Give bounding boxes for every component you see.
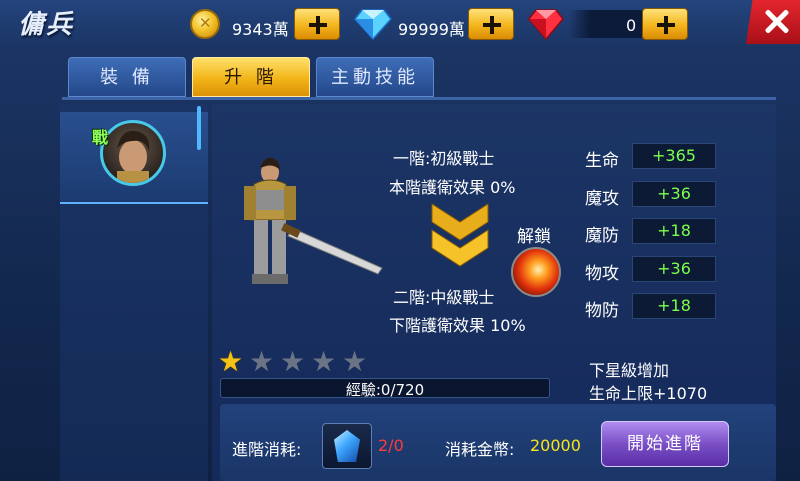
- unlock-label: 解鎖: [517, 227, 551, 247]
- gold-cost-label: 消耗金幣:: [445, 440, 515, 459]
- warrior-figure-icon: [244, 157, 383, 284]
- tab-divider: [62, 97, 776, 100]
- close-button[interactable]: [746, 0, 800, 44]
- class-badge: 戰: [92, 128, 109, 147]
- warrior-face-icon: [117, 130, 150, 183]
- experience-text: 經驗:0/720: [345, 381, 425, 399]
- diamond-amount: 99999萬: [398, 20, 465, 39]
- add-gold-button[interactable]: [294, 8, 340, 40]
- gold-coin-icon: [190, 9, 220, 39]
- stat-label-magic-attack: 魔攻: [585, 189, 619, 209]
- current-tier-effect: 本階護衛效果 0%: [389, 178, 516, 197]
- upgrade-arrow-icon: [431, 203, 489, 267]
- diamond-icon: [354, 9, 392, 40]
- start-upgrade-button[interactable]: 開始進階: [601, 421, 729, 467]
- next-star-bonus: 生命上限+1070: [589, 384, 708, 403]
- tab-equipment[interactable]: 裝 備: [68, 57, 186, 97]
- stat-label-physical-attack: 物攻: [585, 264, 619, 284]
- next-tier-effect: 下階護衛效果 10%: [389, 316, 526, 335]
- stat-value-magic-defense: +18: [632, 218, 716, 244]
- unit-portrait-avatar[interactable]: [100, 120, 166, 186]
- ruby-resource: 0: [528, 8, 688, 42]
- fire-skill-icon[interactable]: [511, 247, 561, 297]
- stat-value-hp: +365: [632, 143, 716, 169]
- tab-upgrade[interactable]: 升 階: [192, 57, 310, 97]
- tab-active-skills[interactable]: 主動技能: [316, 57, 434, 97]
- stat-value-physical-attack: +36: [632, 256, 716, 282]
- star-icon: ★: [342, 345, 368, 378]
- gold-cost-value: 20000: [530, 436, 581, 455]
- stat-value-magic-attack: +36: [632, 181, 716, 207]
- diamond-resource: 99999萬: [354, 8, 514, 42]
- star-icon: ★: [280, 345, 306, 378]
- add-ruby-button[interactable]: [642, 8, 688, 40]
- ruby-amount: 0: [626, 16, 637, 35]
- gold-resource: 9343萬: [190, 8, 340, 42]
- star-icon: ★: [218, 345, 244, 378]
- page-title: 傭兵: [18, 10, 75, 40]
- stat-value-physical-defense: +18: [632, 293, 716, 319]
- add-diamond-button[interactable]: [468, 8, 514, 40]
- ruby-icon: [528, 9, 564, 40]
- material-count: 2/0: [378, 436, 404, 455]
- upgrade-cost-label: 進階消耗:: [232, 440, 302, 459]
- gold-amount: 9343萬: [232, 20, 289, 39]
- stat-label-magic-defense: 魔防: [585, 226, 619, 246]
- unit-list-scrollbar[interactable]: [197, 106, 201, 150]
- next-tier-name: 二階:中級戰士: [393, 288, 495, 307]
- star-icon: ★: [249, 345, 275, 378]
- current-tier-name: 一階:初級戰士: [393, 149, 495, 168]
- stat-label-physical-defense: 物防: [585, 301, 619, 321]
- stat-label-hp: 生命: [585, 151, 619, 171]
- star-icon: ★: [311, 345, 337, 378]
- next-star-title: 下星級增加: [589, 361, 670, 380]
